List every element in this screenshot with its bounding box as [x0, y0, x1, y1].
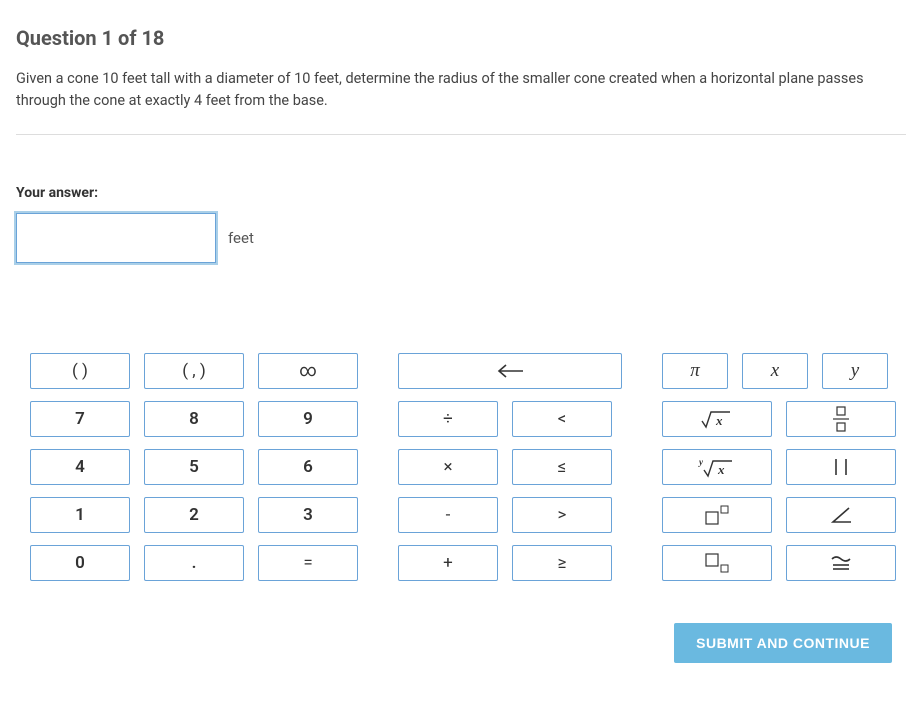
- key-plus[interactable]: +: [398, 545, 498, 581]
- key-1[interactable]: 1: [30, 497, 130, 533]
- nthroot-icon: yx: [698, 456, 736, 478]
- key-congruent[interactable]: [786, 545, 896, 581]
- key-superscript[interactable]: [662, 497, 772, 533]
- key-parens[interactable]: ( ): [30, 353, 130, 389]
- key-8[interactable]: 8: [144, 401, 244, 437]
- key-pi[interactable]: π: [662, 353, 728, 389]
- footer: SUBMIT AND CONTINUE: [16, 623, 906, 663]
- key-gt[interactable]: >: [512, 497, 612, 533]
- keypad-group-ops: ÷ < × ≤ - > + ≥: [398, 353, 622, 581]
- key-7[interactable]: 7: [30, 401, 130, 437]
- key-le[interactable]: ≤: [512, 449, 612, 485]
- key-lt[interactable]: <: [512, 401, 612, 437]
- answer-label: Your answer:: [16, 185, 906, 201]
- keypad-group-digits: ( ) ( , ) ∞ 7 8 9 4 5 6 1 2 3 0 . =: [30, 353, 358, 581]
- svg-text:y: y: [698, 457, 704, 467]
- key-dot[interactable]: .: [144, 545, 244, 581]
- abs-icon: [831, 457, 851, 477]
- key-nthroot[interactable]: yx: [662, 449, 772, 485]
- answer-row: feet: [16, 213, 906, 263]
- key-subscript[interactable]: [662, 545, 772, 581]
- keypad: ( ) ( , ) ∞ 7 8 9 4 5 6 1 2 3 0 . =: [16, 353, 906, 581]
- congruent-icon: [830, 554, 852, 572]
- submit-button[interactable]: SUBMIT AND CONTINUE: [674, 623, 892, 663]
- key-equals[interactable]: =: [258, 545, 358, 581]
- key-sqrt[interactable]: x: [662, 401, 772, 437]
- question-text: Given a cone 10 feet tall with a diamete…: [16, 68, 906, 112]
- y-icon: y: [851, 360, 859, 382]
- superscript-icon: [702, 504, 732, 526]
- key-abs[interactable]: [786, 449, 896, 485]
- angle-icon: [829, 505, 853, 525]
- answer-unit: feet: [228, 229, 254, 247]
- key-angle[interactable]: [786, 497, 896, 533]
- key-5[interactable]: 5: [144, 449, 244, 485]
- key-minus[interactable]: -: [398, 497, 498, 533]
- key-y[interactable]: y: [822, 353, 888, 389]
- arrow-left-icon: [496, 364, 524, 378]
- answer-input[interactable]: [16, 213, 216, 263]
- key-2[interactable]: 2: [144, 497, 244, 533]
- key-fraction[interactable]: [786, 401, 896, 437]
- keypad-group-math: π x y x yx: [662, 353, 896, 581]
- sqrt-icon: x: [700, 409, 734, 429]
- key-6[interactable]: 6: [258, 449, 358, 485]
- key-divide[interactable]: ÷: [398, 401, 498, 437]
- key-9[interactable]: 9: [258, 401, 358, 437]
- key-infinity[interactable]: ∞: [258, 353, 358, 389]
- key-ge[interactable]: ≥: [512, 545, 612, 581]
- divider: [16, 134, 906, 135]
- key-backspace[interactable]: [398, 353, 622, 389]
- key-multiply[interactable]: ×: [398, 449, 498, 485]
- key-4[interactable]: 4: [30, 449, 130, 485]
- question-title: Question 1 of 18: [16, 26, 906, 50]
- pi-icon: π: [690, 360, 700, 382]
- svg-text:x: x: [715, 413, 723, 428]
- key-3[interactable]: 3: [258, 497, 358, 533]
- subscript-icon: [702, 552, 732, 574]
- svg-text:x: x: [717, 462, 725, 477]
- key-0[interactable]: 0: [30, 545, 130, 581]
- x-icon: x: [771, 360, 779, 382]
- key-coord[interactable]: ( , ): [144, 353, 244, 389]
- fraction-icon: [831, 406, 851, 432]
- key-x[interactable]: x: [742, 353, 808, 389]
